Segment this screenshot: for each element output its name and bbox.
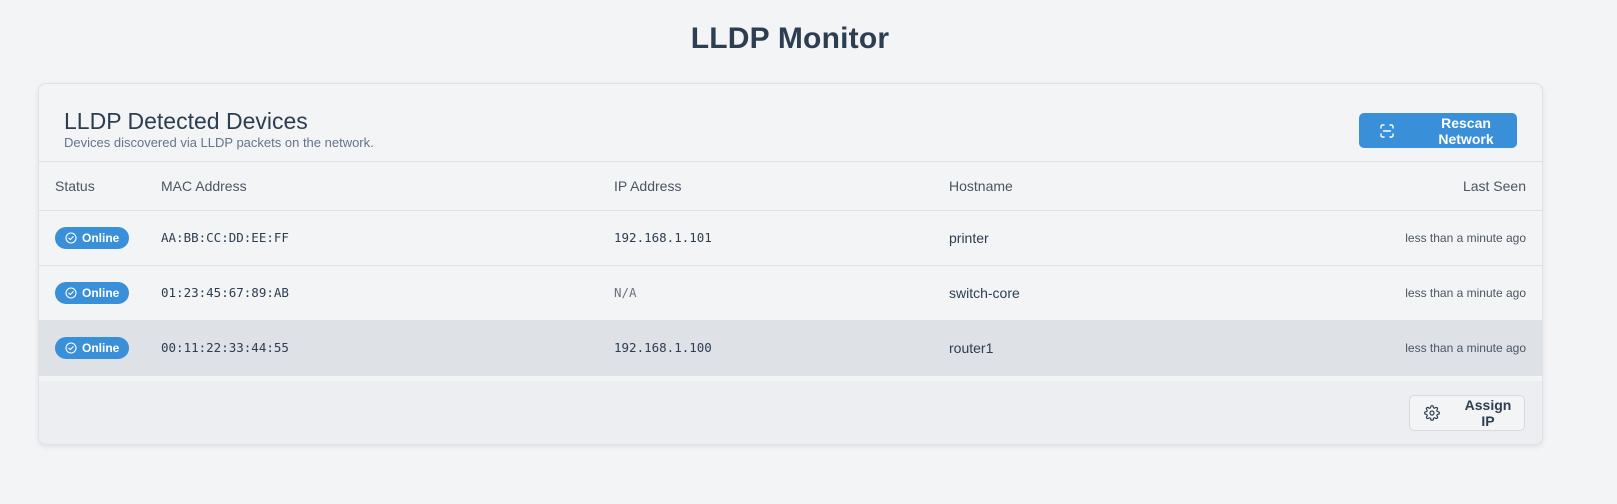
- mac-address: AA:BB:CC:DD:EE:FF: [161, 230, 289, 245]
- mac-address: 01:23:45:67:89:AB: [161, 285, 289, 300]
- devices-card: LLDP Detected Devices Devices discovered…: [38, 83, 1543, 445]
- hostname: router1: [949, 340, 994, 356]
- status-label: Online: [82, 231, 120, 245]
- scan-icon: [1379, 123, 1395, 139]
- hostname: printer: [949, 230, 989, 246]
- mac-address: 00:11:22:33:44:55: [161, 340, 289, 355]
- column-header-status[interactable]: Status: [55, 162, 95, 210]
- last-seen: less than a minute ago: [1405, 341, 1526, 355]
- ip-address: 192.168.1.101: [614, 230, 712, 245]
- status-label: Online: [82, 341, 120, 355]
- column-header-last-seen[interactable]: Last Seen: [1463, 162, 1526, 210]
- rescan-network-label: Rescan Network: [1438, 114, 1494, 147]
- assign-ip-label: Assign IP: [1464, 397, 1512, 429]
- gear-icon: [1424, 405, 1440, 421]
- card-footer: Assign IP: [39, 381, 1542, 444]
- column-header-mac[interactable]: MAC Address: [161, 162, 247, 210]
- check-circle-icon: [65, 232, 77, 244]
- column-header-hostname[interactable]: Hostname: [949, 162, 1013, 210]
- last-seen: less than a minute ago: [1405, 231, 1526, 245]
- table-row-selected[interactable]: Online 00:11:22:33:44:55 192.168.1.100 r…: [39, 321, 1542, 376]
- last-seen: less than a minute ago: [1405, 286, 1526, 300]
- ip-address: 192.168.1.100: [614, 340, 712, 355]
- column-header-ip[interactable]: IP Address: [614, 162, 681, 210]
- status-badge: Online: [55, 227, 129, 249]
- table-row[interactable]: Online 01:23:45:67:89:AB N/A switch-core…: [39, 266, 1542, 321]
- card-subtitle: Devices discovered via LLDP packets on t…: [64, 135, 374, 150]
- check-circle-icon: [65, 287, 77, 299]
- status-badge: Online: [55, 282, 129, 304]
- hostname: switch-core: [949, 285, 1020, 301]
- page-title: LLDP Monitor: [690, 22, 890, 55]
- ip-address: N/A: [614, 285, 637, 300]
- status-badge: Online: [55, 337, 129, 359]
- assign-ip-button[interactable]: Assign IP: [1409, 395, 1525, 431]
- table-row[interactable]: Online AA:BB:CC:DD:EE:FF 192.168.1.101 p…: [39, 211, 1542, 266]
- devices-table: Status MAC Address IP Address Hostname L…: [39, 162, 1542, 376]
- card-header: LLDP Detected Devices Devices discovered…: [39, 84, 1542, 162]
- check-circle-icon: [65, 342, 77, 354]
- table-header: Status MAC Address IP Address Hostname L…: [39, 162, 1542, 211]
- status-label: Online: [82, 286, 120, 300]
- rescan-network-button[interactable]: Rescan Network: [1359, 113, 1517, 148]
- card-title: LLDP Detected Devices: [64, 108, 308, 134]
